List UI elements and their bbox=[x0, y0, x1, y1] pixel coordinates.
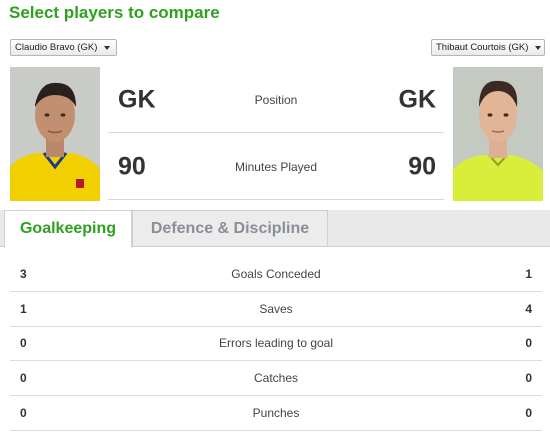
stat-label: Catches bbox=[253, 371, 299, 386]
right-player-select-value: Thibaut Courtois (GK) bbox=[436, 42, 529, 53]
left-player-photo bbox=[10, 67, 100, 201]
right-position-value: GK bbox=[398, 85, 437, 113]
table-row: 0 Catches 0 bbox=[10, 361, 542, 397]
stat-label: Goals Conceded bbox=[231, 266, 321, 281]
table-row: 0 Punches 0 bbox=[10, 396, 542, 431]
stat-label: Errors leading to goal bbox=[218, 336, 334, 351]
right-stat-value: 0 bbox=[525, 336, 532, 351]
minutes-label: Minutes Played bbox=[234, 159, 318, 174]
stat-label: Saves bbox=[259, 301, 293, 316]
tab-defence-discipline[interactable]: Defence & Discipline bbox=[132, 210, 328, 247]
stats-table: 3 Goals Conceded 1 1 Saves 4 0 Errors le… bbox=[10, 257, 542, 431]
left-player-select[interactable]: Claudio Bravo (GK) bbox=[10, 39, 117, 56]
right-player-photo bbox=[453, 67, 543, 201]
left-player-select-value: Claudio Bravo (GK) bbox=[15, 42, 98, 53]
right-stat-value: 0 bbox=[525, 406, 532, 421]
right-player-select[interactable]: Thibaut Courtois (GK) bbox=[431, 39, 545, 56]
table-row: 0 Errors leading to goal 0 bbox=[10, 327, 542, 362]
stat-label: Punches bbox=[252, 406, 300, 421]
position-row: GK Position GK bbox=[108, 67, 444, 133]
tab-goalkeeping[interactable]: Goalkeeping bbox=[4, 210, 132, 248]
table-row: 1 Saves 4 bbox=[10, 292, 542, 327]
chevron-down-icon bbox=[104, 45, 111, 50]
table-row: 3 Goals Conceded 1 bbox=[10, 257, 542, 292]
minutes-row: 90 Minutes Played 90 bbox=[108, 134, 444, 200]
right-stat-value: 0 bbox=[525, 371, 532, 386]
position-label: Position bbox=[254, 92, 298, 107]
stats-tab-bar: Goalkeeping Defence & Discipline bbox=[0, 210, 550, 248]
right-stat-value: 1 bbox=[525, 266, 532, 281]
right-minutes-value: 90 bbox=[408, 152, 436, 180]
chevron-down-icon bbox=[535, 45, 542, 50]
page-title: Select players to compare bbox=[9, 3, 220, 22]
right-stat-value: 4 bbox=[525, 301, 532, 316]
